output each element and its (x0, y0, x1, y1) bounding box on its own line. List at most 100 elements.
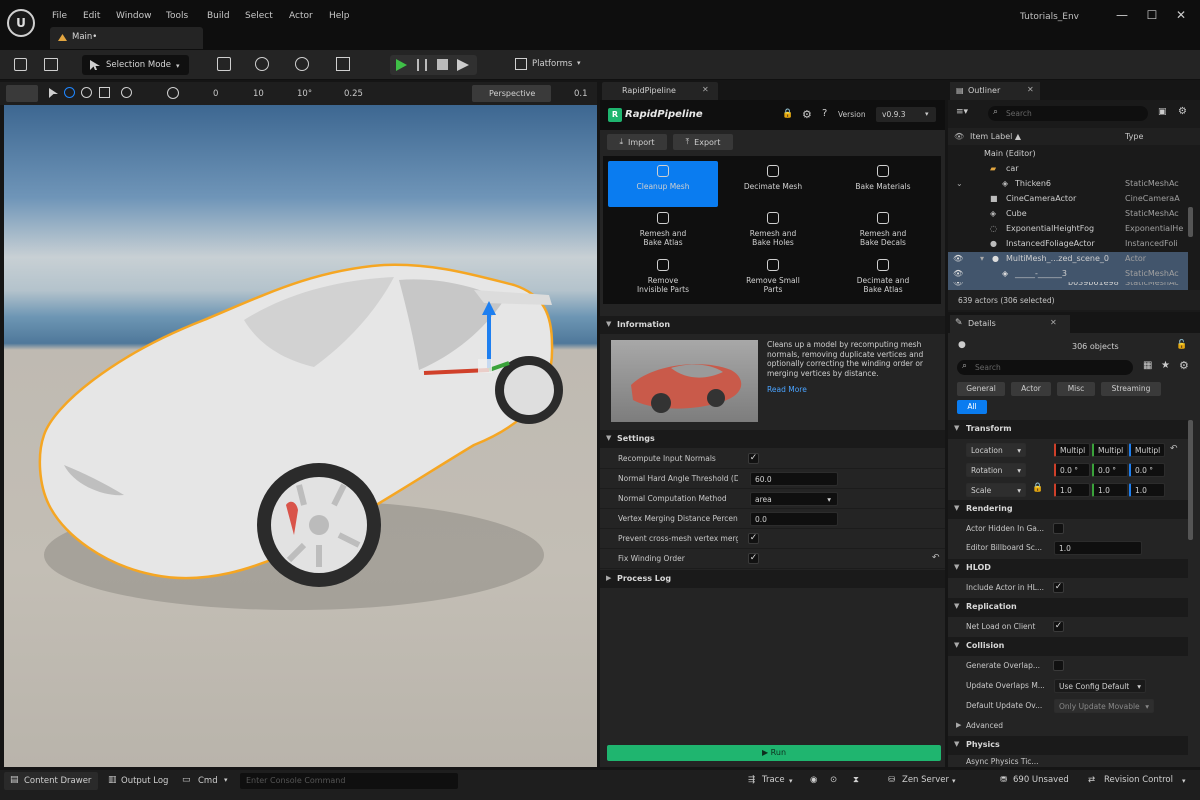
hard-angle-field[interactable]: 60.0 (750, 472, 838, 486)
tab-details[interactable]: ✎ Details ✕ (950, 315, 1070, 333)
grid-view-icon[interactable]: ▦ (1143, 360, 1152, 371)
tab-rapidpipeline[interactable]: RapidPipeline ✕ (602, 82, 718, 100)
eye-icon[interactable]: 👁 (953, 282, 963, 287)
import-button[interactable]: ⤓ Import (607, 134, 667, 150)
remesh-bake-decals-button[interactable]: Remesh and Bake Decals (828, 208, 938, 254)
hourglass-icon[interactable]: ⧗ (853, 775, 859, 785)
perspective-dropdown[interactable]: Perspective (472, 85, 551, 102)
fix-winding-checkbox[interactable]: ✓ (748, 553, 759, 564)
list-item[interactable]: 👁 ▾ ● MultiMesh_...zed_scene_0 Actor (948, 252, 1188, 267)
gear-icon[interactable]: ⚙ (1178, 106, 1187, 117)
normal-method-dropdown[interactable]: area ▾ (750, 492, 838, 506)
location-x-field[interactable]: Multipl (1054, 443, 1090, 457)
list-item[interactable]: ◌ ExponentialHeightFog ExponentialHe (948, 222, 1188, 237)
outliner-search-input[interactable]: ⌕ Search (988, 106, 1148, 121)
filter-streaming[interactable]: Streaming (1101, 382, 1161, 396)
prevent-cross-mesh-checkbox[interactable]: ✓ (748, 533, 759, 544)
information-section-header[interactable]: ▼ Information (600, 316, 945, 334)
scale-y-field[interactable]: 1.0 (1092, 483, 1128, 497)
filter-actor[interactable]: Actor (1011, 382, 1051, 396)
add-folder-icon[interactable]: ▣ (1158, 107, 1167, 117)
close-tab-icon[interactable]: ✕ (1050, 318, 1057, 327)
gear-icon[interactable]: ⚙ (802, 108, 812, 121)
console-command-input[interactable]: Enter Console Command (240, 773, 458, 789)
version-dropdown[interactable]: v0.9.3 ▾ (876, 107, 936, 122)
include-hlod-checkbox[interactable]: ✓ (1053, 582, 1064, 593)
scale-snap-value[interactable]: 0.25 (344, 89, 363, 99)
angle-snap-value[interactable]: 10° (297, 89, 312, 99)
outliner-scrollbar[interactable] (1188, 207, 1193, 237)
cmd-dropdown[interactable]: ▭ Cmd ▾ (180, 772, 236, 790)
help-icon[interactable]: ? (822, 108, 827, 119)
maximize-button[interactable]: ☐ (1143, 8, 1161, 24)
rendering-section-header[interactable]: ▼ Rendering (948, 500, 1188, 519)
rotation-y-field[interactable]: 0.0 ° (1092, 463, 1128, 477)
list-item[interactable]: ◈ Cube StaticMeshAc (948, 207, 1188, 222)
hlod-section-header[interactable]: ▼ HLOD (948, 559, 1188, 578)
menu-edit[interactable]: Edit (83, 11, 100, 21)
column-type[interactable]: Type (1125, 132, 1143, 141)
stop-icon[interactable] (437, 59, 448, 70)
menu-select[interactable]: Select (245, 11, 273, 21)
output-log-button[interactable]: ▥ Output Log (104, 772, 170, 790)
select-tool-button[interactable] (6, 85, 38, 102)
remove-small-parts-button[interactable]: Remove Small Parts (718, 255, 828, 301)
transform-section-header[interactable]: ▼ Transform (948, 420, 1188, 439)
decimate-mesh-button[interactable]: Decimate Mesh (718, 161, 828, 207)
replication-section-header[interactable]: ▼ Replication (948, 598, 1188, 617)
bake-materials-button[interactable]: Bake Materials (828, 161, 938, 207)
grid-snap-value[interactable]: 10 (253, 89, 264, 99)
details-scrollbar[interactable] (1188, 420, 1193, 540)
menu-build[interactable]: Build (207, 11, 230, 21)
rotate-icon[interactable] (81, 87, 92, 98)
run-button[interactable]: ▶ Run (607, 745, 941, 761)
actor-hidden-checkbox[interactable] (1053, 523, 1064, 534)
scale-icon[interactable] (99, 87, 110, 98)
rotation-x-field[interactable]: 0.0 ° (1054, 463, 1090, 477)
move-icon[interactable] (64, 87, 75, 98)
list-item[interactable]: 👁 ◈ _____-______3 StaticMeshAc (948, 267, 1188, 282)
details-search-input[interactable]: ⌕ Search (957, 360, 1133, 375)
filter-all[interactable]: All (957, 400, 987, 414)
close-tab-icon[interactable]: ✕ (702, 85, 709, 94)
eye-icon[interactable]: 👁 (953, 254, 963, 263)
menu-file[interactable]: File (52, 11, 67, 21)
tab-outliner[interactable]: ▤ Outliner ✕ (950, 82, 1040, 100)
list-item[interactable]: ■ CineCameraActor CineCameraA (948, 192, 1188, 207)
minimize-button[interactable]: — (1113, 8, 1131, 24)
revision-control-button[interactable]: Revision Control (1104, 775, 1173, 785)
cleanup-mesh-button[interactable]: Cleanup Mesh (608, 161, 718, 207)
select-icon[interactable] (49, 88, 58, 98)
scale-x-field[interactable]: 1.0 (1054, 483, 1090, 497)
unsaved-button[interactable]: 690 Unsaved (1013, 775, 1069, 785)
export-button[interactable]: ⤒ Export (673, 134, 733, 150)
world-space-icon[interactable] (121, 87, 132, 98)
physics-section-header[interactable]: ▼ Physics (948, 736, 1188, 755)
trace-dropdown[interactable]: Trace (762, 775, 785, 785)
browse-icon[interactable] (44, 58, 58, 71)
settings-section-header[interactable]: ▼ Settings (600, 430, 945, 448)
reset-icon[interactable]: ↶ (1170, 444, 1178, 454)
gear-icon[interactable]: ⚙ (1179, 359, 1189, 372)
eye-icon[interactable]: 👁 (953, 269, 963, 278)
scale-z-field[interactable]: 1.0 (1129, 483, 1165, 497)
remesh-bake-holes-button[interactable]: Remesh and Bake Holes (718, 208, 828, 254)
filter-general[interactable]: General (957, 382, 1005, 396)
menu-window[interactable]: Window (116, 11, 152, 21)
decimate-bake-atlas-button[interactable]: Decimate and Bake Atlas (828, 255, 938, 301)
recompute-normals-checkbox[interactable]: ✓ (748, 453, 759, 464)
platforms-dropdown[interactable]: Platforms (532, 59, 572, 69)
menu-tools[interactable]: Tools (166, 11, 188, 21)
lock-icon[interactable]: 🔓 (1176, 340, 1187, 350)
add-content-icon[interactable] (217, 57, 231, 71)
generate-overlap-checkbox[interactable] (1053, 660, 1064, 671)
filter-icon[interactable]: ≡▾ (956, 107, 968, 117)
remesh-bake-atlas-button[interactable]: Remesh and Bake Atlas (608, 208, 718, 254)
process-log-section-header[interactable]: ▶ Process Log (600, 570, 945, 588)
cinematics-icon[interactable] (336, 57, 350, 71)
selection-mode-dropdown[interactable]: Selection Mode ▾ (82, 55, 189, 75)
menu-actor[interactable]: Actor (289, 11, 313, 21)
menu-help[interactable]: Help (329, 11, 350, 21)
location-y-field[interactable]: Multipl (1092, 443, 1128, 457)
list-item[interactable]: ● InstancedFoliageActor InstancedFoli (948, 237, 1188, 252)
